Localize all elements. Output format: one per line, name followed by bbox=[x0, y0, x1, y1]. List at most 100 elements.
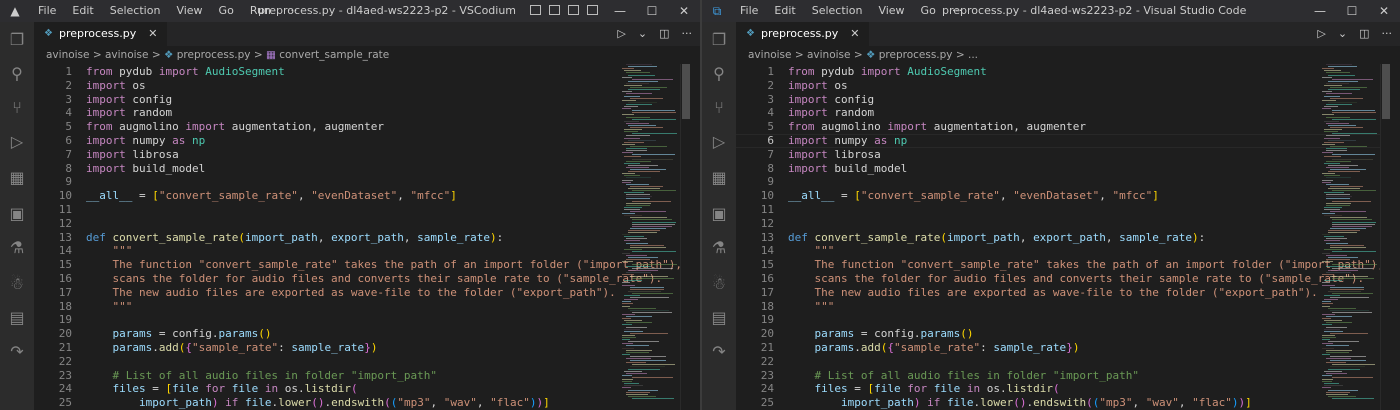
code-line[interactable]: 24 files = [file for file in os.listdir( bbox=[736, 382, 1310, 396]
code-line[interactable]: 11 bbox=[736, 203, 1310, 217]
code-line[interactable]: 8 import build_model bbox=[34, 162, 610, 176]
minimize-button[interactable]: — bbox=[1304, 0, 1336, 22]
breadcrumb-folder[interactable]: avinoise bbox=[807, 49, 851, 61]
code-line[interactable]: 2 import os bbox=[736, 79, 1310, 93]
code-line[interactable]: 18 """ bbox=[34, 300, 610, 314]
menu-file[interactable]: File bbox=[732, 0, 766, 22]
close-tab-icon[interactable]: ✕ bbox=[850, 22, 859, 46]
code-line[interactable]: 10 __all__ = ["convert_sample_rate", "eve… bbox=[34, 189, 610, 203]
more-actions-icon[interactable]: ··· bbox=[1382, 22, 1393, 46]
code-line[interactable]: 3 import config bbox=[34, 93, 610, 107]
code-line[interactable]: 20 params = config.params() bbox=[34, 327, 610, 341]
code-line[interactable]: 16 scans the folder for audio files and … bbox=[34, 272, 662, 286]
code-line[interactable]: 9 bbox=[736, 175, 1310, 189]
code-line[interactable]: 23 # List of all audio files in folder "… bbox=[736, 369, 1310, 383]
maximize-button[interactable]: ☐ bbox=[636, 0, 668, 22]
run-debug-icon[interactable]: ▷ bbox=[7, 132, 27, 152]
menu-selection[interactable]: Selection bbox=[804, 0, 871, 22]
code-line[interactable]: 6 import numpy as np bbox=[736, 134, 1310, 148]
menu-selection[interactable]: Selection bbox=[102, 0, 169, 22]
source-control-icon[interactable]: ⑂ bbox=[7, 98, 27, 118]
menu-view[interactable]: View bbox=[168, 0, 210, 22]
close-window-button[interactable]: ✕ bbox=[668, 0, 700, 22]
notebook-icon[interactable]: ▤ bbox=[7, 308, 27, 328]
close-tab-icon[interactable]: ✕ bbox=[148, 22, 157, 46]
code-line[interactable]: 17 The new audio files are exported as w… bbox=[736, 286, 1318, 300]
code-line[interactable]: 11 bbox=[34, 203, 610, 217]
code-line[interactable]: 20 params = config.params() bbox=[736, 327, 1310, 341]
share-icon[interactable]: ↷ bbox=[7, 342, 27, 362]
menu-view[interactable]: View bbox=[870, 0, 912, 22]
menu-edit[interactable]: Edit bbox=[766, 0, 803, 22]
close-window-button[interactable]: ✕ bbox=[1368, 0, 1400, 22]
code-line[interactable]: 21 params.add({"sample_rate": sample_rat… bbox=[736, 341, 1310, 355]
code-line[interactable]: 4 import random bbox=[34, 106, 610, 120]
code-line[interactable]: 13 def convert_sample_rate(import_path, e… bbox=[736, 231, 1310, 245]
menu-edit[interactable]: Edit bbox=[64, 0, 101, 22]
search-icon[interactable]: ⚲ bbox=[709, 64, 729, 84]
run-dropdown-icon[interactable]: ⌄ bbox=[638, 22, 647, 46]
minimap[interactable] bbox=[1318, 64, 1378, 410]
remote-explorer-icon[interactable]: ▣ bbox=[7, 204, 27, 224]
breadcrumb-file[interactable]: preprocess.py bbox=[177, 49, 251, 61]
code-line[interactable]: 24 files = [file for file in os.listdir( bbox=[34, 382, 610, 396]
minimize-button[interactable]: — bbox=[604, 0, 636, 22]
code-line[interactable]: 12 bbox=[34, 217, 610, 231]
code-line[interactable]: 22 bbox=[34, 355, 610, 369]
alien-icon[interactable]: ☃ bbox=[7, 274, 27, 294]
split-editor-icon[interactable]: ◫ bbox=[1359, 22, 1369, 46]
code-line[interactable]: 2 import os bbox=[34, 79, 610, 93]
toggle-panel-icon[interactable] bbox=[549, 5, 560, 15]
code-line[interactable]: 9 bbox=[34, 175, 610, 189]
code-line[interactable]: 17 The new audio files are exported as w… bbox=[34, 286, 616, 300]
minimap[interactable] bbox=[618, 64, 678, 410]
code-editor[interactable]: 1 from pydub import AudioSegment 2 import o… bbox=[34, 64, 700, 410]
code-line[interactable]: 6 import numpy as np bbox=[34, 134, 610, 148]
code-line[interactable]: 1 from pydub import AudioSegment bbox=[736, 65, 1310, 79]
breadcrumb-symbol[interactable]: ... bbox=[968, 49, 978, 61]
extensions-icon[interactable]: ▦ bbox=[709, 168, 729, 188]
breadcrumb-symbol[interactable]: convert_sample_rate bbox=[279, 49, 389, 61]
code-line[interactable]: 15 The function "convert_sample_rate" ta… bbox=[34, 258, 682, 272]
code-line[interactable]: 7 import librosa bbox=[34, 148, 610, 162]
code-line[interactable]: 13 def convert_sample_rate(import_path, e… bbox=[34, 231, 610, 245]
code-line[interactable]: 18 """ bbox=[736, 300, 1310, 314]
code-line[interactable]: 23 # List of all audio files in folder "… bbox=[34, 369, 610, 383]
code-line[interactable]: 16 scans the folder for audio files and … bbox=[736, 272, 1364, 286]
alien-icon[interactable]: ☃ bbox=[709, 274, 729, 294]
testing-icon[interactable]: ⚗ bbox=[7, 238, 27, 258]
maximize-button[interactable]: ☐ bbox=[1336, 0, 1368, 22]
vertical-scrollbar[interactable] bbox=[1380, 64, 1391, 410]
code-line[interactable]: 19 bbox=[736, 313, 1310, 327]
split-editor-icon[interactable]: ◫ bbox=[659, 22, 669, 46]
vscode-logo-icon[interactable]: ⧉ bbox=[710, 4, 724, 18]
notebook-icon[interactable]: ▤ bbox=[709, 308, 729, 328]
code-line[interactable]: 7 import librosa bbox=[736, 148, 1310, 162]
breadcrumb-folder[interactable]: avinoise bbox=[46, 49, 90, 61]
run-debug-icon[interactable]: ▷ bbox=[709, 132, 729, 152]
extensions-icon[interactable]: ▦ bbox=[7, 168, 27, 188]
code-line[interactable]: 5 from augmolino import augmentation, aug… bbox=[736, 120, 1310, 134]
code-line[interactable]: 8 import build_model bbox=[736, 162, 1310, 176]
more-actions-icon[interactable]: ··· bbox=[682, 22, 693, 46]
code-line[interactable]: 3 import config bbox=[736, 93, 1310, 107]
code-line[interactable]: 4 import random bbox=[736, 106, 1310, 120]
tab-preprocess-py[interactable]: ❖ preprocess.py ✕ bbox=[34, 22, 168, 46]
breadcrumb-folder[interactable]: avinoise bbox=[105, 49, 149, 61]
remote-explorer-icon[interactable]: ▣ bbox=[709, 204, 729, 224]
code-line[interactable]: 1 from pydub import AudioSegment bbox=[34, 65, 610, 79]
toggle-secondary-sidebar-icon[interactable] bbox=[568, 5, 579, 15]
code-line[interactable]: 12 bbox=[736, 217, 1310, 231]
files-icon[interactable]: ❐ bbox=[709, 30, 729, 50]
run-python-file-icon[interactable]: ▷ bbox=[1317, 22, 1325, 46]
vscodium-logo-icon[interactable]: ▲ bbox=[8, 4, 22, 18]
vertical-scrollbar[interactable] bbox=[680, 64, 691, 410]
share-icon[interactable]: ↷ bbox=[709, 342, 729, 362]
run-dropdown-icon[interactable]: ⌄ bbox=[1338, 22, 1347, 46]
breadcrumb-folder[interactable]: avinoise bbox=[748, 49, 792, 61]
code-editor[interactable]: 1 from pydub import AudioSegment 2 import o… bbox=[736, 64, 1400, 410]
testing-icon[interactable]: ⚗ bbox=[709, 238, 729, 258]
run-python-file-icon[interactable]: ▷ bbox=[617, 22, 625, 46]
code-line[interactable]: 14 """ bbox=[34, 244, 610, 258]
menu-file[interactable]: File bbox=[30, 0, 64, 22]
